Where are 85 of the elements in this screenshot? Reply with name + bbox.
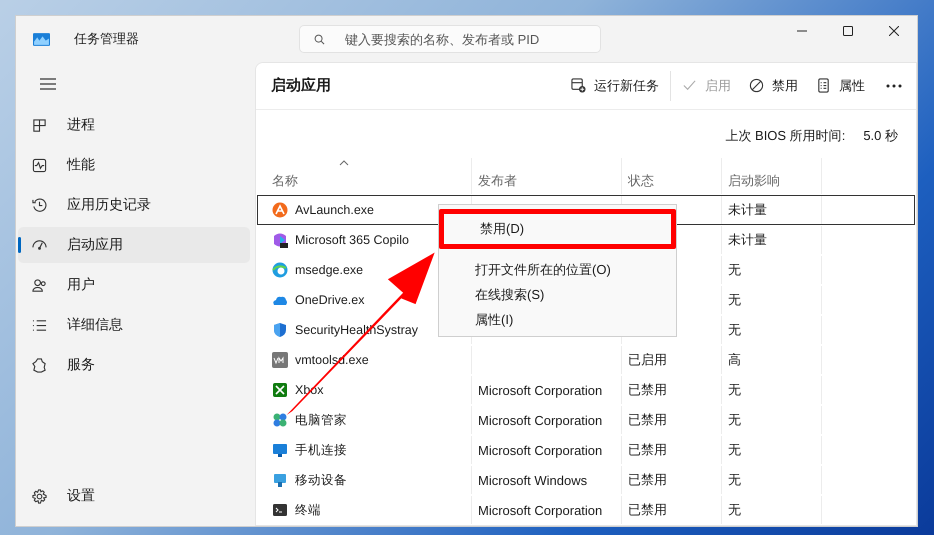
- history-icon: [32, 198, 47, 212]
- column-header[interactable]: 启动影响: [722, 158, 822, 194]
- menu-item[interactable]: 属性(I): [439, 307, 676, 332]
- table-cell: 高: [728, 351, 741, 369]
- app-logo-icon: [33, 32, 50, 46]
- table-cell: 已禁用: [628, 381, 667, 399]
- menu-item[interactable]: 打开文件所在的位置(O): [439, 257, 676, 282]
- toolbar-button[interactable]: 禁用: [740, 70, 807, 102]
- table-cell: 已禁用: [628, 471, 667, 489]
- nav-item[interactable]: 启动应用: [18, 227, 250, 263]
- table-cell: Microsoft Windows: [478, 472, 588, 488]
- toolbar-button[interactable]: 运行新任务: [562, 70, 668, 102]
- nav-item[interactable]: 用户: [18, 267, 250, 303]
- table-cell: Microsoft Corporation: [478, 412, 602, 428]
- table-cell: 无: [728, 381, 741, 399]
- table-row[interactable]: 移动设备 Microsoft Windows 已禁用 无: [257, 465, 915, 495]
- app-icon: [272, 232, 288, 248]
- table-cell: 已禁用: [628, 411, 667, 429]
- shield-icon: [272, 322, 288, 338]
- table-cell: 未计量: [728, 231, 767, 249]
- add-window-icon: [571, 78, 586, 94]
- settings-icon: [32, 488, 47, 504]
- app-name: 移动设备: [295, 472, 347, 488]
- table-row[interactable]: 电脑管家 Microsoft Corporation 已禁用 无: [257, 405, 915, 435]
- properties-icon: [816, 78, 831, 94]
- users-icon: [32, 278, 47, 292]
- menu-icon: [40, 78, 56, 90]
- nav-item[interactable]: 详细信息: [18, 307, 250, 343]
- maximize-icon: [843, 26, 853, 36]
- app-name: 终端: [295, 502, 321, 518]
- table-cell: Microsoft Corporation: [478, 502, 602, 518]
- terminal-icon: [272, 502, 288, 518]
- search-icon: [314, 34, 325, 45]
- menu-item[interactable]: 禁用(D): [439, 209, 676, 249]
- column-header[interactable]: 发布者: [472, 158, 622, 194]
- table-cell: 无: [728, 411, 741, 429]
- table-cell: 已禁用: [628, 441, 667, 459]
- window-title: 任务管理器: [74, 30, 139, 48]
- table-cell: 无: [728, 291, 741, 309]
- nav-item[interactable]: 性能: [18, 147, 250, 183]
- list-icon: [32, 318, 47, 332]
- column-header[interactable]: 状态: [622, 158, 722, 194]
- menu-item[interactable]: 在线搜索(S): [439, 282, 676, 307]
- monitor-icon: [272, 472, 288, 488]
- app-name: 手机连接: [295, 442, 347, 458]
- x-logo-icon: [272, 382, 288, 398]
- browser-icon: [272, 262, 288, 278]
- bios-time-value: 5.0 秒: [863, 126, 898, 145]
- monitor-icon: [272, 442, 288, 458]
- table-cell: 无: [728, 261, 741, 279]
- table-cell: 无: [728, 471, 741, 489]
- grid-icon: [32, 118, 47, 132]
- bios-time-label: 上次 BIOS 所用时间:: [725, 126, 846, 145]
- table-cell: Microsoft Corporation: [478, 382, 602, 398]
- more-icon: [886, 84, 902, 88]
- toolbar-button[interactable]: 属性: [807, 70, 874, 102]
- table-row[interactable]: 终端 Microsoft Corporation 已禁用 无: [257, 495, 915, 525]
- app-icon: [272, 412, 288, 428]
- table-cell: Microsoft Corporation: [478, 442, 602, 458]
- table-cell: 未计量: [728, 201, 767, 219]
- settings-nav-item[interactable]: 设置: [18, 478, 250, 514]
- search-field[interactable]: 键入要搜索的名称、发布者或 PID: [299, 25, 601, 53]
- table-cell: 无: [728, 501, 741, 519]
- vm-icon: [272, 352, 288, 368]
- app-name: OneDrive.ex: [295, 293, 364, 307]
- nav-item[interactable]: 进程: [18, 107, 250, 143]
- column-header[interactable]: 名称: [258, 158, 472, 194]
- sort-caret-icon: [339, 160, 349, 166]
- prohibited-icon: [749, 78, 764, 94]
- gauge-icon: [32, 238, 47, 252]
- table-cell: 无: [728, 441, 741, 459]
- app-name: AvLaunch.exe: [295, 203, 374, 217]
- table-cell: 已禁用: [628, 501, 667, 519]
- table-cell: 无: [728, 321, 741, 339]
- nav-item[interactable]: 服务: [18, 347, 250, 383]
- pulse-icon: [32, 158, 47, 172]
- nav-item[interactable]: 应用历史记录: [18, 187, 250, 223]
- close-icon: [889, 26, 899, 36]
- table-cell: 已启用: [628, 351, 667, 369]
- app-name: msedge.exe: [295, 263, 364, 277]
- app-name: Microsoft 365 Copilo: [295, 233, 409, 247]
- page-title: 启动应用: [271, 76, 331, 96]
- table-row[interactable]: 手机连接 Microsoft Corporation 已禁用 无: [257, 435, 915, 465]
- letter-a-icon: [272, 202, 288, 218]
- app-name: 电脑管家: [295, 412, 347, 428]
